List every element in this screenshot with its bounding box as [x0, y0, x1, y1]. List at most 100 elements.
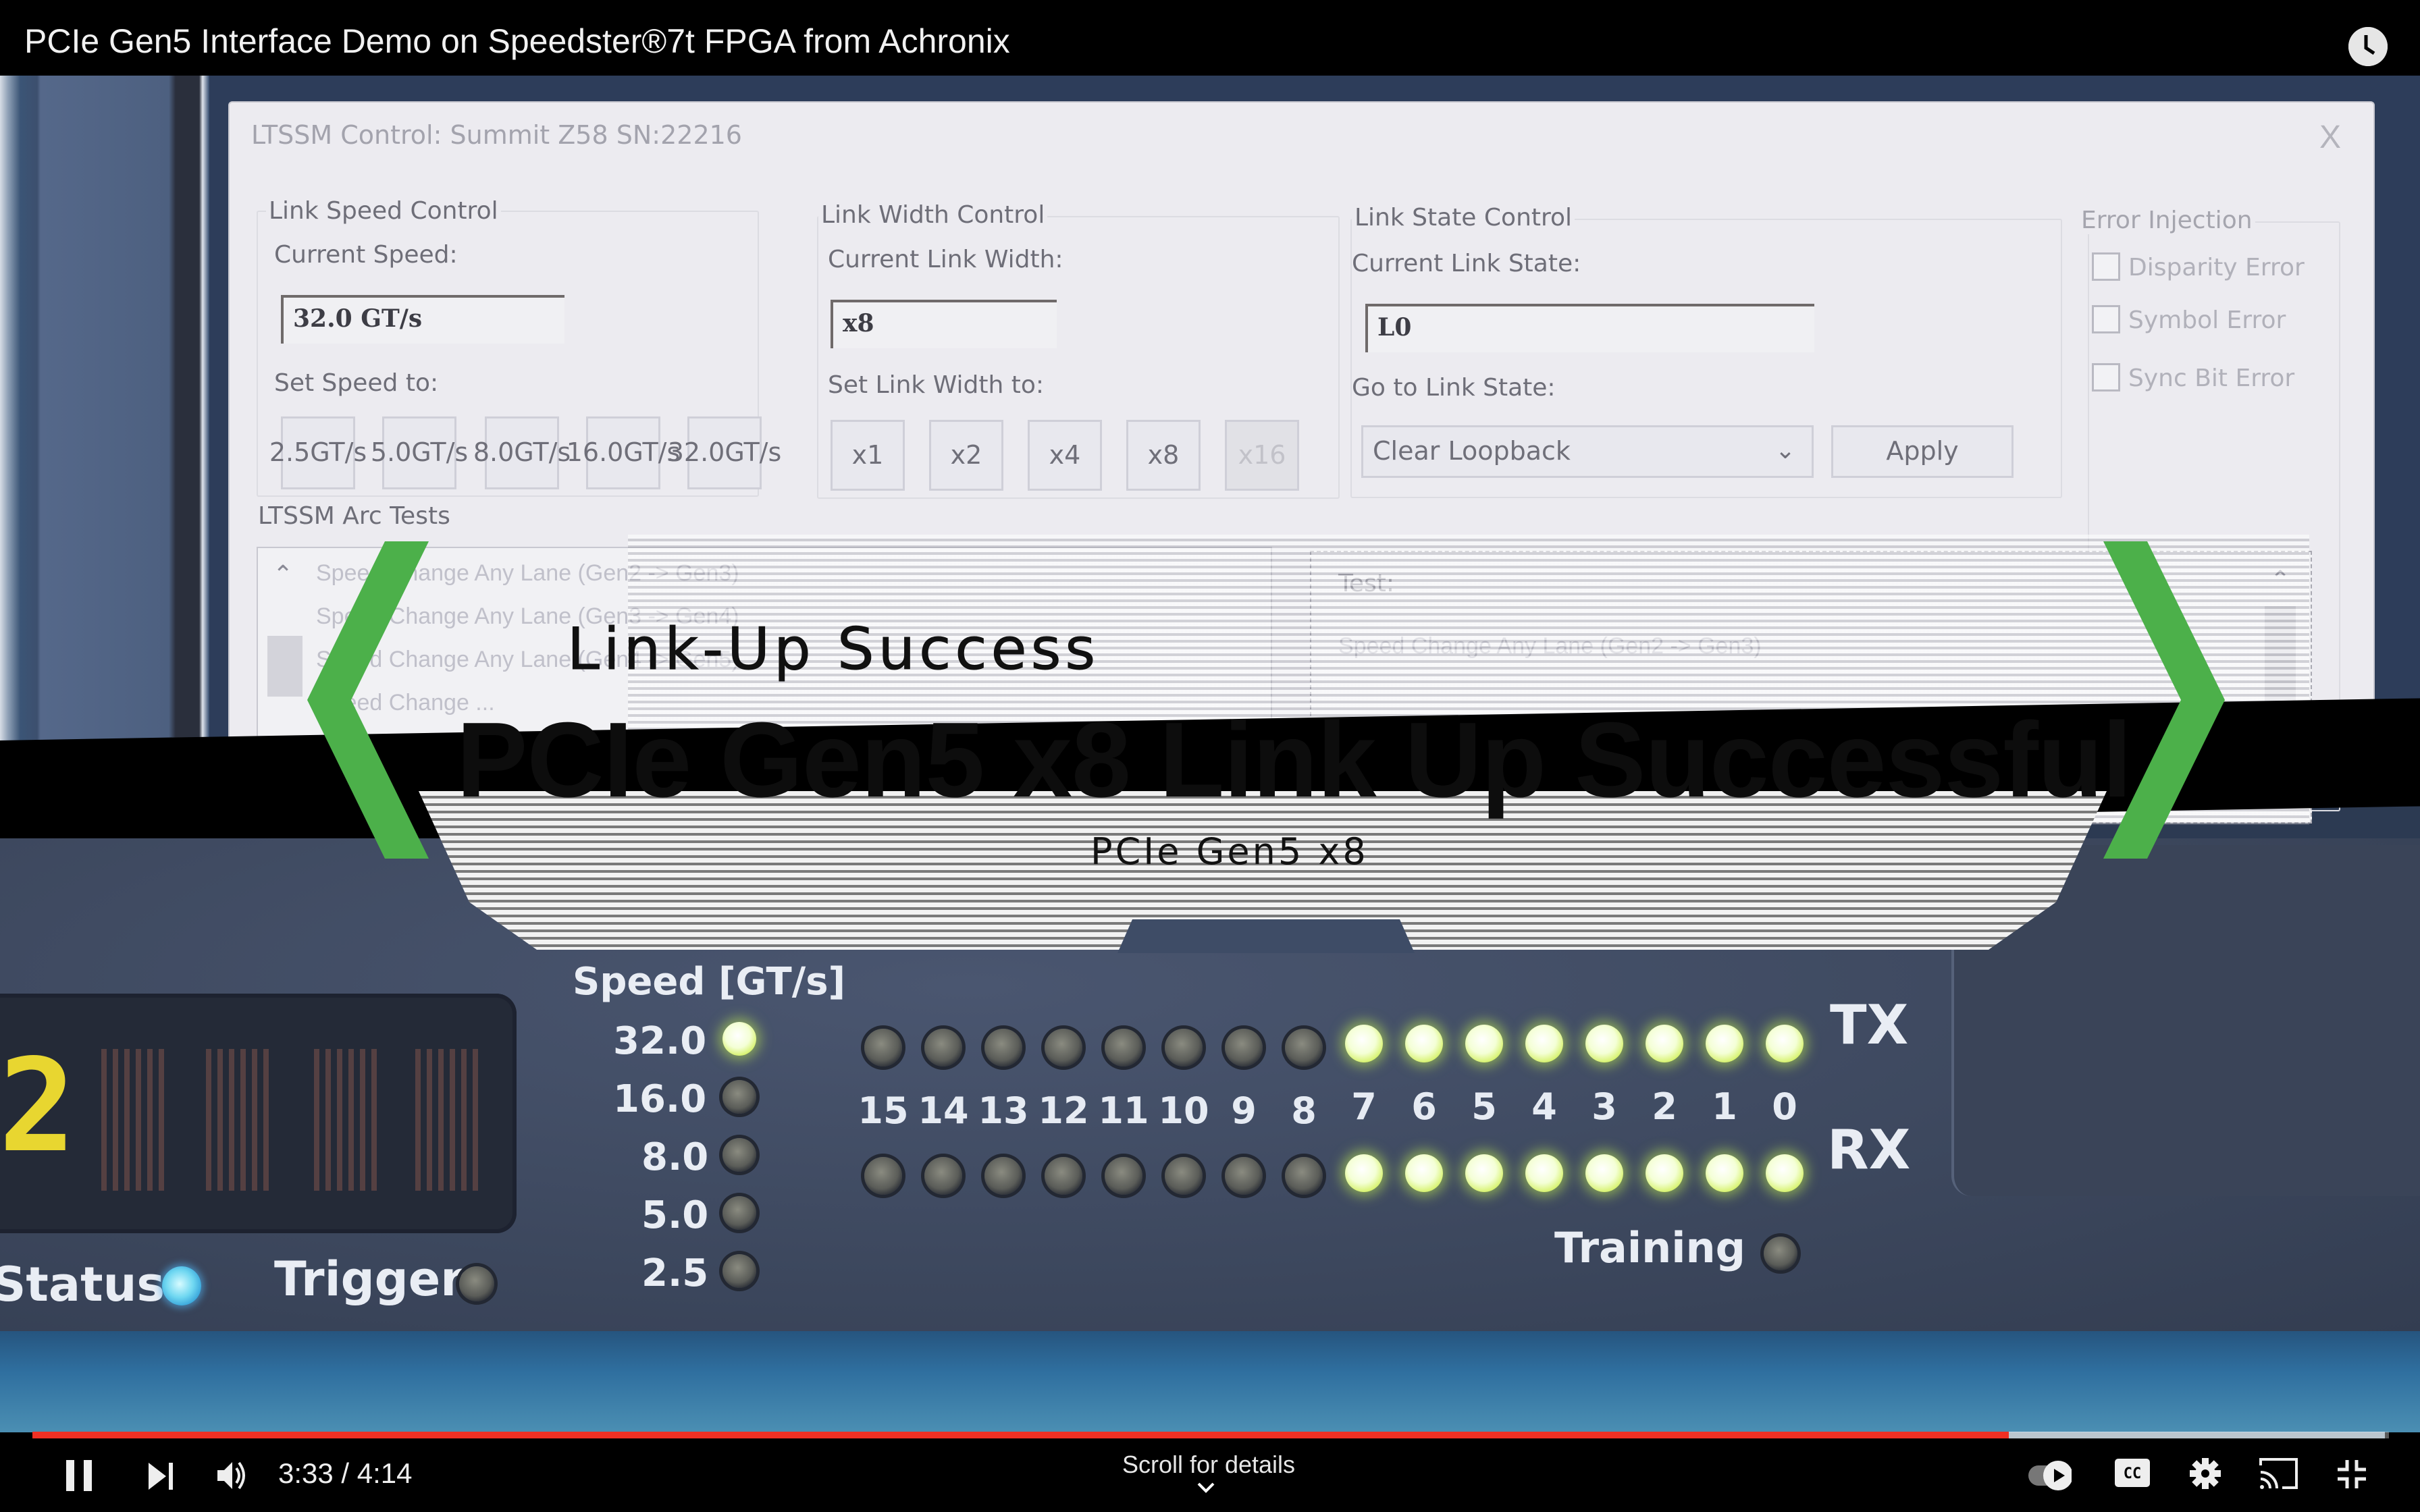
rx-lane-led: [1165, 1157, 1203, 1195]
banner-headline: PCIe Gen5 x8 Link Up Successful: [456, 701, 2132, 819]
scroll-for-details[interactable]: Scroll for details: [1053, 1451, 1364, 1479]
set-speed-8.0-button[interactable]: 8.0 GT/s: [473, 416, 571, 489]
chevron-down-icon[interactable]: [1196, 1482, 1215, 1497]
current-link-width-field: x8: [831, 300, 1057, 348]
trigger-label: Trigger: [274, 1251, 464, 1307]
monitor-screen: LTSSM Control: Summit Z58 SN:22216 X Lin…: [209, 76, 2420, 825]
display-cell: [101, 1049, 169, 1191]
gear-icon[interactable]: [2189, 1457, 2221, 1490]
training-led: [1764, 1237, 1797, 1270]
set-speed-16.0-button[interactable]: 16.0 GT/s: [567, 416, 680, 489]
tx-lane-led: [1045, 1029, 1082, 1066]
rx-lane-led: [1105, 1157, 1142, 1195]
svg-text:CC: CC: [2124, 1465, 2142, 1482]
speed-value-label: 16.0: [613, 1077, 707, 1121]
rx-lane-led: [984, 1157, 1022, 1195]
banner-caption: PCIe Gen5 x8: [1090, 830, 1369, 873]
rx-lane-led: [1345, 1154, 1383, 1192]
rx-lane-led: [1405, 1154, 1443, 1192]
close-icon[interactable]: X: [2319, 122, 2341, 154]
speed-led: [722, 1138, 756, 1172]
speed-led: [722, 1022, 756, 1056]
scroll-up-icon[interactable]: ⌃: [273, 560, 293, 589]
pause-icon[interactable]: [65, 1459, 95, 1492]
tx-lane-led: [924, 1029, 962, 1066]
speed-led: [722, 1196, 756, 1230]
volume-icon[interactable]: [217, 1460, 250, 1491]
set-speed-32.0-button[interactable]: 32.0 GT/s: [668, 416, 781, 489]
clock-icon[interactable]: [2348, 27, 2388, 66]
symbol-error-label: Symbol Error: [2128, 306, 2286, 334]
chevron-down-icon: ⌄: [1774, 437, 1795, 464]
time-display: 3:33 / 4:14: [278, 1457, 413, 1489]
rx-lane-led: [1285, 1157, 1323, 1195]
tx-lane-led: [1706, 1025, 1743, 1062]
lane-number: 14: [918, 1089, 969, 1132]
lane-number: 12: [1038, 1089, 1089, 1132]
cc-icon[interactable]: CC: [2115, 1459, 2150, 1487]
set-width-x4-button[interactable]: x4: [1028, 420, 1102, 491]
display-cell: [314, 1049, 382, 1191]
tx-lane-led: [864, 1029, 902, 1066]
lane-number: 10: [1158, 1089, 1209, 1132]
speed-led: [722, 1254, 756, 1288]
lane-number: 13: [978, 1089, 1029, 1132]
speed-led: [722, 1080, 756, 1114]
rx-lane-led: [1646, 1154, 1683, 1192]
rx-lane-led: [1706, 1154, 1743, 1192]
rx-label: RX: [1827, 1118, 1911, 1181]
set-width-x1-button[interactable]: x1: [831, 420, 905, 491]
progress-played: [32, 1432, 2009, 1438]
video-title-bar: PCIe Gen5 Interface Demo on Speedster®7t…: [0, 0, 2420, 76]
link-speed-group-label: Link Speed Control: [266, 197, 501, 225]
set-width-x8-button[interactable]: x8: [1126, 420, 1201, 491]
sync-bit-error-checkbox[interactable]: [2092, 363, 2120, 392]
player-controls: 3:33 / 4:14 Scroll for details CC: [0, 1438, 2420, 1512]
tx-lane-led: [1585, 1025, 1623, 1062]
lane-number: 15: [858, 1089, 909, 1132]
tx-lane-led: [1345, 1025, 1383, 1062]
link-state-select[interactable]: Clear Loopback ⌄: [1361, 425, 1814, 478]
tx-lane-led: [1525, 1025, 1563, 1062]
rx-lane-led: [1465, 1154, 1503, 1192]
tx-lane-led: [1165, 1029, 1203, 1066]
cast-icon[interactable]: [2259, 1457, 2298, 1490]
link-width-group-label: Link Width Control: [818, 201, 1048, 229]
sync-bit-error-label: Sync Bit Error: [2128, 364, 2295, 392]
chevron-right-icon: [2103, 541, 2225, 859]
link-state-select-value: Clear Loopback: [1373, 436, 1571, 466]
tx-lane-led: [1646, 1025, 1683, 1062]
apply-button[interactable]: Apply: [1831, 425, 2014, 478]
ltssm-arc-tests-label: LTSSM Arc Tests: [258, 502, 450, 530]
current-speed-field: 32.0 GT/s: [281, 295, 564, 344]
training-label: Training: [1554, 1223, 1746, 1272]
tx-lane-led: [1285, 1029, 1323, 1066]
lane-number: 4: [1531, 1085, 1557, 1128]
rx-lane-led: [1585, 1154, 1623, 1192]
disparity-error-checkbox[interactable]: [2092, 252, 2120, 281]
link-state-group-label: Link State Control: [1352, 204, 1575, 232]
banner-subtitle: Link-Up Success: [567, 616, 1100, 684]
set-speed-label: Set Speed to:: [274, 369, 439, 397]
video-title[interactable]: PCIe Gen5 Interface Demo on Speedster®7t…: [24, 24, 1010, 58]
symbol-error-checkbox[interactable]: [2092, 305, 2120, 333]
next-icon[interactable]: [149, 1463, 177, 1490]
current-link-state-label: Current Link State:: [1352, 250, 1581, 277]
set-speed-5.0-button[interactable]: 5.0 GT/s: [371, 416, 468, 489]
rx-lane-led: [1225, 1157, 1263, 1195]
autoplay-toggle-icon[interactable]: [2027, 1460, 2072, 1491]
video-frame[interactable]: LTSSM Control: Summit Z58 SN:22216 X Lin…: [0, 76, 2420, 1432]
lane-number: 11: [1098, 1089, 1149, 1132]
banner-notch: [1117, 919, 1415, 953]
exit-fullscreen-icon[interactable]: [2336, 1459, 2367, 1490]
set-link-width-label: Set Link Width to:: [828, 371, 1045, 399]
rx-lane-led: [924, 1157, 962, 1195]
speed-value-label: 8.0: [641, 1135, 709, 1179]
set-width-x2-button[interactable]: x2: [929, 420, 1003, 491]
set-speed-2.5-button[interactable]: 2.5 GT/s: [269, 416, 367, 489]
list-scrollbar-thumb[interactable]: [267, 636, 302, 697]
trigger-led: [459, 1266, 494, 1301]
lane-number: 0: [1772, 1085, 1797, 1128]
tx-lane-led: [984, 1029, 1022, 1066]
chevron-left-icon: [307, 541, 429, 859]
